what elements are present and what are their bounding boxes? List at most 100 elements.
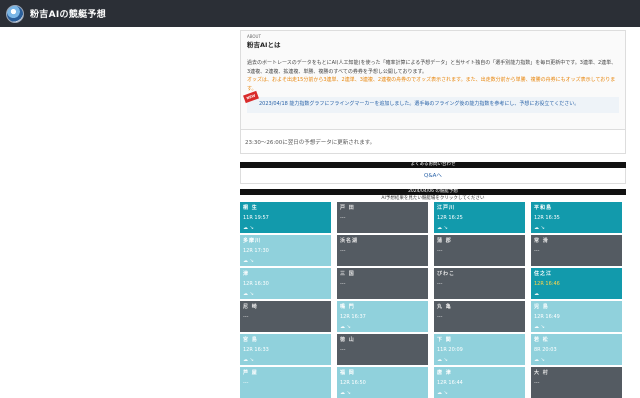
- venue-card[interactable]: 江戸川 12R 16:25 ☁ ↘: [434, 202, 525, 233]
- venue-race-time: ---: [340, 347, 346, 353]
- venue-card[interactable]: 唐 津 12R 16:44 ☁ ↘: [434, 367, 525, 398]
- venue-name: 大 村: [534, 370, 549, 376]
- venue-card[interactable]: 平和島 12R 16:35 ☁ ↘: [531, 202, 622, 233]
- venue-name: 常 滑: [534, 238, 549, 244]
- venue-name: 戸 田: [340, 205, 355, 211]
- venue-card[interactable]: 住之江 12R 16:46 ☁: [531, 268, 622, 299]
- venue-race-time: 12R 17:30: [243, 248, 269, 254]
- venue-card[interactable]: びわこ ---: [434, 268, 525, 299]
- weather-wind-icon: ☁ ↘: [243, 225, 254, 231]
- weather-wind-icon: ☁ ↘: [437, 225, 448, 231]
- weather-wind-icon: ☁ ↘: [534, 357, 545, 363]
- venue-race-time: 12R 16:25: [437, 215, 463, 221]
- venue-card[interactable]: 若 松 8R 20:03 ☁ ↘: [531, 334, 622, 365]
- venue-card[interactable]: 丸 亀 ---: [434, 301, 525, 332]
- venue-name: 三 国: [340, 271, 355, 277]
- weather-wind-icon: ☁ ↘: [243, 258, 254, 264]
- venue-name: 津: [243, 271, 250, 277]
- news-banner[interactable]: NEW 2023/04/18 能力指数グラフにフライングマーカーを追加しました。…: [243, 90, 619, 113]
- venue-name: 芦 屋: [243, 370, 258, 376]
- weather-wind-icon: ☁: [534, 291, 539, 297]
- venue-name: 児 島: [534, 304, 549, 310]
- weather-wind-icon: ☁ ↘: [437, 357, 448, 363]
- venue-race-time: 12R 16:49: [534, 314, 560, 320]
- venue-race-time: ---: [243, 380, 249, 386]
- venue-card[interactable]: 津 12R 16:30 ☁ ↘: [240, 268, 331, 299]
- intro-panel: ABOUT 粉吉AIとは 過去のボートレースのデータをもとにAI(人工知能)を使…: [240, 30, 626, 130]
- intro-body: 過去のボートレースのデータをもとにAI(人工知能)を使った「確率計算による予想デ…: [247, 60, 617, 75]
- venue-race-time: ---: [437, 248, 443, 254]
- main-content: ABOUT 粉吉AIとは 過去のボートレースのデータをもとにAI(人工知能)を使…: [240, 30, 626, 398]
- weather-wind-icon: ☁ ↘: [340, 390, 351, 396]
- venue-name: 鳴 門: [340, 304, 355, 310]
- venue-name: 唐 津: [437, 370, 452, 376]
- venue-name: 尼 崎: [243, 304, 258, 310]
- venue-race-time: 12R 16:35: [534, 215, 560, 221]
- intro-heading: 粉吉AIとは: [247, 41, 281, 49]
- venue-card[interactable]: 常 滑 ---: [531, 235, 622, 266]
- venue-race-time: ---: [340, 281, 346, 287]
- weather-wind-icon: ☁ ↘: [340, 324, 351, 330]
- venue-name: 宮 島: [243, 337, 258, 343]
- weather-wind-icon: ☁ ↘: [534, 324, 545, 330]
- weather-wind-icon: ☁ ↘: [534, 225, 545, 231]
- qa-link[interactable]: Q&Aへ: [240, 168, 626, 184]
- venue-grid: 桐 生 11R 19:57 ☁ ↘ 戸 田 --- 江戸川 12R 16:25 ☁ ↘ 平和島 1…: [240, 202, 626, 398]
- venue-race-time: 11R 20:09: [437, 347, 463, 353]
- weather-wind-icon: ☁ ↘: [243, 357, 254, 363]
- venue-race-time: ---: [243, 314, 249, 320]
- venue-card[interactable]: 浜名湖 ---: [337, 235, 428, 266]
- venue-race-time: 11R 19:57: [243, 215, 269, 221]
- venue-race-time: 8R 20:03: [534, 347, 557, 353]
- venue-name: 桐 生: [243, 205, 258, 211]
- venue-name: 平和島: [534, 205, 553, 211]
- news-text[interactable]: 2023/04/18 能力指数グラフにフライングマーカーを追加しました。選手毎の…: [259, 101, 579, 107]
- new-badge: NEW: [243, 90, 259, 104]
- venue-race-time: 12R 16:50: [340, 380, 366, 386]
- venue-race-time: 12R 16:33: [243, 347, 269, 353]
- venue-card[interactable]: 尼 崎 ---: [240, 301, 331, 332]
- venue-name: 多摩川: [243, 238, 262, 244]
- venue-card[interactable]: 鳴 門 12R 16:37 ☁ ↘: [337, 301, 428, 332]
- venue-card[interactable]: 大 村 ---: [531, 367, 622, 398]
- venue-card[interactable]: 蒲 郡 ---: [434, 235, 525, 266]
- weather-wind-icon: ☁ ↘: [437, 390, 448, 396]
- venue-name: 徳 山: [340, 337, 355, 343]
- venue-name: 下 関: [437, 337, 452, 343]
- venue-card[interactable]: 桐 生 11R 19:57 ☁ ↘: [240, 202, 331, 233]
- venue-race-time: ---: [437, 281, 443, 287]
- venue-card[interactable]: 三 国 ---: [337, 268, 428, 299]
- odds-note: オッズは、およそ出走15分前から3連単、2連単、3連複、2連複の舟券のでオッズ表…: [247, 77, 616, 92]
- venue-name: 若 松: [534, 337, 549, 343]
- venue-card[interactable]: 戸 田 ---: [337, 202, 428, 233]
- venue-card[interactable]: 福 岡 12R 16:50 ☁ ↘: [337, 367, 428, 398]
- venue-race-time: ---: [437, 314, 443, 320]
- venue-race-time: ---: [340, 248, 346, 254]
- venue-name: 江戸川: [437, 205, 456, 211]
- venue-race-time: 12R 16:30: [243, 281, 269, 287]
- venue-race-time: ---: [534, 380, 540, 386]
- venue-name: 丸 亀: [437, 304, 452, 310]
- app-title[interactable]: 粉吉AIの競艇予想: [30, 7, 106, 20]
- venue-card[interactable]: 宮 島 12R 16:33 ☁ ↘: [240, 334, 331, 365]
- venue-card[interactable]: 多摩川 12R 17:30 ☁ ↘: [240, 235, 331, 266]
- venue-card[interactable]: 徳 山 ---: [337, 334, 428, 365]
- venue-race-time: 12R 16:46: [534, 281, 560, 287]
- venue-name: びわこ: [437, 271, 456, 277]
- venue-race-time: 12R 16:44: [437, 380, 463, 386]
- top-navbar: 粉吉AIの競艇予想: [0, 0, 640, 27]
- venue-race-time: ---: [340, 215, 346, 221]
- update-note: 23:30〜26:00に翌日の予想データに更新されます。: [240, 130, 626, 154]
- venue-card[interactable]: 児 島 12R 16:49 ☁ ↘: [531, 301, 622, 332]
- venue-name: 福 岡: [340, 370, 355, 376]
- venue-card[interactable]: 下 関 11R 20:09 ☁ ↘: [434, 334, 525, 365]
- schedule-subtitle: AI予想結果を見たい競艇場をクリックしてください: [381, 196, 485, 201]
- venue-name: 蒲 郡: [437, 238, 452, 244]
- app-logo-icon[interactable]: [6, 4, 24, 23]
- venue-card[interactable]: 芦 屋 ---: [240, 367, 331, 398]
- venue-race-time: ---: [534, 248, 540, 254]
- venue-name: 浜名湖: [340, 238, 359, 244]
- venue-name: 住之江: [534, 271, 553, 277]
- weather-wind-icon: ☁ ↘: [243, 291, 254, 297]
- venue-race-time: 12R 16:37: [340, 314, 366, 320]
